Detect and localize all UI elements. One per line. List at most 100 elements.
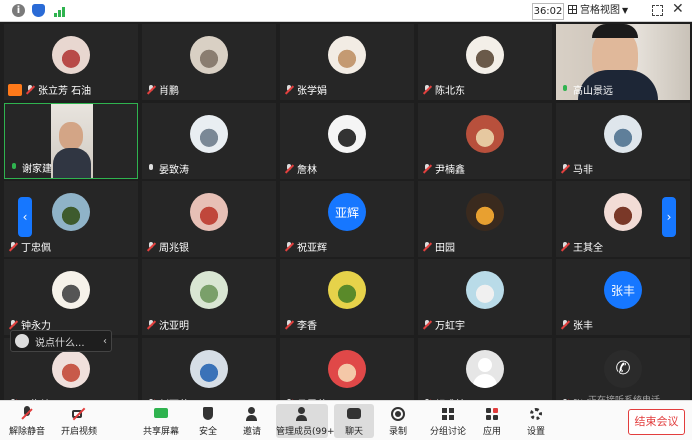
phone-icon: ✆ — [615, 358, 631, 379]
participant-name: 田园 — [422, 239, 455, 254]
mic-muted-icon — [422, 84, 432, 95]
prev-page-button[interactable]: ‹ — [18, 197, 32, 237]
participant-tile[interactable]: 谢家建 — [4, 103, 138, 179]
start-video-button[interactable]: 开启视频 — [56, 404, 102, 438]
participant-tile[interactable]: 张丰 张丰 — [556, 259, 690, 335]
mic-muted-icon — [422, 319, 432, 330]
manage-members-label: 管理成员(99+) — [276, 427, 339, 437]
participant-name: 陈北东 — [422, 82, 465, 97]
record-icon — [390, 406, 406, 422]
avatar — [52, 36, 90, 74]
participant-name-text: 李香 — [297, 321, 317, 332]
emoji-icon[interactable] — [15, 334, 29, 348]
mic-muted-icon — [560, 241, 570, 252]
participant-name: 祝亚辉 — [284, 239, 327, 254]
participant-name-text: 张立芳 石油 — [38, 86, 92, 97]
info-icon[interactable]: i — [12, 4, 25, 17]
participant-name: 谢家建 — [9, 160, 52, 175]
participant-tile[interactable]: 高山景远 — [556, 24, 690, 100]
participant-name: 周兆银 — [146, 239, 189, 254]
apps-button[interactable]: 应用 — [476, 404, 508, 438]
chevron-down-icon: ▼ — [622, 6, 629, 15]
participant-name-text: 张学娟 — [297, 86, 327, 97]
breakout-rooms-button[interactable]: 分组讨论 — [428, 404, 468, 438]
security-button[interactable]: 安全 — [192, 404, 224, 438]
fullscreen-icon[interactable] — [652, 5, 663, 16]
meeting-toolbar: 解除静音 开启视频 共享屏幕 安全 邀请 管理成员(99+) 聊天 录制 分组讨… — [0, 400, 692, 440]
view-mode-button[interactable]: 宫格视图 ▼ — [568, 3, 640, 18]
avatar — [466, 193, 504, 231]
participant-tile[interactable]: 肖鹏 — [142, 24, 276, 100]
invite-button[interactable]: 邀请 — [236, 404, 268, 438]
next-page-button[interactable]: › — [662, 197, 676, 237]
participant-tile[interactable]: 田园 — [418, 181, 552, 257]
avatar — [52, 271, 90, 309]
participant-tile[interactable]: 马非 — [556, 103, 690, 179]
avatar — [190, 350, 228, 388]
security-label: 安全 — [198, 427, 217, 437]
participant-name-text: 万虹宇 — [435, 321, 465, 332]
participant-tile[interactable]: 周兆银 — [142, 181, 276, 257]
invite-label: 邀请 — [242, 427, 261, 437]
signal-icon[interactable] — [54, 4, 67, 17]
end-meeting-button[interactable]: 结束会议 — [628, 409, 685, 435]
chat-button[interactable]: 聊天 — [334, 404, 374, 438]
avatar — [328, 350, 366, 388]
mic-icon — [146, 163, 156, 174]
participant-tile[interactable]: 陈北东 — [418, 24, 552, 100]
participant-name: 王其全 — [560, 239, 603, 254]
shield-icon[interactable] — [32, 4, 45, 17]
participant-name: 张丰 — [560, 317, 593, 332]
participant-tile[interactable]: 尹楠鑫 — [418, 103, 552, 179]
participant-tile[interactable]: 张立芳 石油 — [4, 24, 138, 100]
chat-placeholder: 说点什么... — [35, 337, 85, 349]
participant-tile[interactable]: 万虹宇 — [418, 259, 552, 335]
participant-tile[interactable]: 沈亚明 — [142, 259, 276, 335]
mic-icon — [560, 84, 570, 95]
manage-members-button[interactable]: 管理成员(99+) — [276, 404, 339, 438]
participant-name: 马非 — [560, 161, 593, 176]
share-screen-button[interactable]: 共享屏幕 — [138, 404, 184, 438]
mic-muted-icon — [146, 241, 156, 252]
chevron-left-icon[interactable]: ‹ — [103, 336, 107, 347]
participant-name-text: 田园 — [435, 243, 455, 254]
participant-name-text: 张丰 — [573, 321, 593, 332]
mic-muted-icon — [422, 163, 432, 174]
unmute-button[interactable]: 解除静音 — [4, 404, 50, 438]
mic-muted-icon — [146, 84, 156, 95]
unmute-label: 解除静音 — [8, 427, 45, 437]
gear-icon — [528, 406, 544, 422]
participant-name-text: 尹楠鑫 — [435, 165, 465, 176]
participant-video — [51, 104, 93, 178]
participant-tile[interactable]: 詹林 — [280, 103, 414, 179]
participant-tile[interactable]: 钟永力 — [4, 259, 138, 335]
participant-tile[interactable]: 亚辉 祝亚辉 — [280, 181, 414, 257]
participant-name-text: 祝亚辉 — [297, 243, 327, 254]
share-screen-icon — [153, 406, 169, 422]
participant-name-text: 晏致涛 — [159, 165, 189, 176]
mic-muted-icon — [8, 241, 18, 252]
avatar — [190, 115, 228, 153]
apps-label: 应用 — [482, 427, 501, 437]
breakout-icon — [440, 406, 456, 422]
settings-button[interactable]: 设置 — [520, 404, 552, 438]
chat-label: 聊天 — [344, 427, 363, 437]
grid-icon — [568, 5, 577, 14]
participant-name-text: 詹林 — [297, 165, 317, 176]
window-top-bar: i 36:02 宫格视图 ▼ ✕ — [0, 0, 692, 22]
mic-muted-icon — [284, 241, 294, 252]
text-avatar: 张丰 — [604, 271, 642, 309]
participant-tile[interactable]: 晏致涛 — [142, 103, 276, 179]
record-button[interactable]: 录制 — [382, 404, 414, 438]
mic-muted-icon — [146, 319, 156, 330]
quick-chat-box[interactable]: 说点什么... ‹ — [10, 330, 112, 352]
participant-tile[interactable]: 李香 — [280, 259, 414, 335]
participant-name-text: 陈北东 — [435, 86, 465, 97]
view-mode-label: 宫格视图 — [580, 5, 620, 16]
mic-muted-icon — [8, 319, 18, 330]
mic-icon — [9, 162, 19, 173]
settings-label: 设置 — [526, 427, 545, 437]
close-icon[interactable]: ✕ — [672, 1, 684, 17]
participant-tile[interactable]: 张学娟 — [280, 24, 414, 100]
avatar — [466, 36, 504, 74]
